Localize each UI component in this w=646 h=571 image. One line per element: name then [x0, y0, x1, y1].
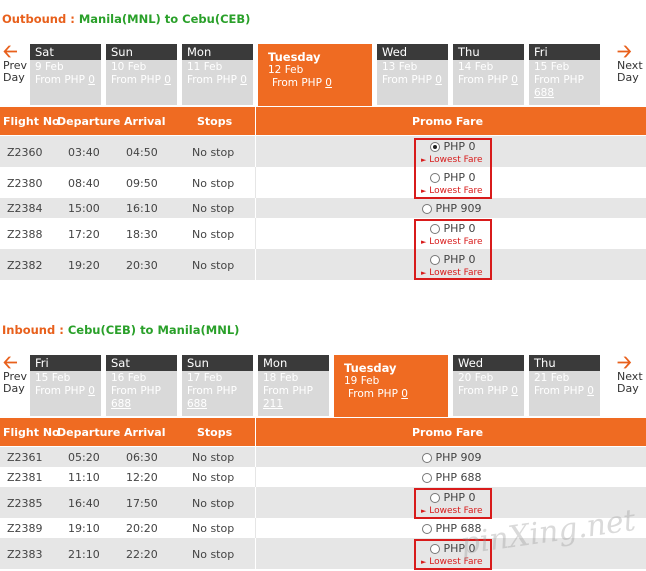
inbound-table-header: Flight No Departure Arrival Stops Promo … — [0, 418, 646, 446]
inbound-day-tuesday-selected[interactable]: Tuesday 19 Feb From PHP 0 — [334, 355, 448, 417]
inbound-day-sat[interactable]: Sat 16 Feb From PHP 688 — [106, 355, 177, 416]
radio-button[interactable] — [422, 204, 432, 214]
inbound-route: Cebu(CEB) to Manila(MNL) — [67, 323, 240, 337]
arrow-right-icon: 🡢 — [617, 352, 632, 373]
col-flight-no: Flight No — [3, 426, 60, 439]
table-row: Z2380 08:40 09:50 No stop — [0, 167, 646, 198]
fare-option[interactable]: PHP 0 — [430, 491, 476, 504]
fare-link[interactable]: 0 — [435, 74, 442, 86]
col-stops: Stops — [197, 426, 233, 439]
inbound-day-fri[interactable]: Fri 15 Feb From PHP 0 — [30, 355, 101, 416]
lowest-fare-label: ► Lowest Fare — [421, 268, 483, 278]
col-promo-fare: Promo Fare — [412, 115, 484, 128]
outbound-day-wed[interactable]: Wed 13 Feb From PHP 0 — [377, 44, 448, 105]
col-departure: Departure — [57, 115, 121, 128]
inbound-day-thu[interactable]: Thu 21 Feb From PHP 0 — [529, 355, 600, 416]
outbound-day-sun[interactable]: Sun 10 Feb From PHP 0 — [106, 44, 177, 105]
fare-link[interactable]: 211 — [263, 398, 283, 410]
fare-link[interactable]: 688 — [187, 398, 207, 410]
fare-link[interactable]: 0 — [88, 385, 95, 397]
fare-option[interactable]: PHP 688 — [422, 471, 482, 484]
outbound-day-mon[interactable]: Mon 11 Feb From PHP 0 — [182, 44, 253, 105]
fare-link[interactable]: 0 — [401, 388, 408, 400]
fare-option[interactable]: PHP 0 — [430, 253, 476, 266]
outbound-title: Outbound : Manila(MNL) to Cebu(CEB) — [2, 12, 250, 26]
radio-button[interactable] — [422, 473, 432, 483]
table-row: Z2384 15:00 16:10 No stop — [0, 198, 646, 218]
lowest-fare-label: ► Lowest Fare — [421, 155, 483, 165]
lowest-fare-label: ► Lowest Fare — [421, 237, 483, 247]
col-stops: Stops — [197, 115, 233, 128]
fare-link[interactable]: 0 — [88, 74, 95, 86]
inbound-day-sun[interactable]: Sun 17 Feb From PHP 688 — [182, 355, 253, 416]
fare-option[interactable]: PHP 0 — [430, 140, 476, 153]
fare-link[interactable]: 688 — [534, 87, 554, 99]
table-row: Z2381 11:10 12:20 No stop — [0, 467, 646, 487]
outbound-day-fri[interactable]: Fri 15 Feb From PHP 688 — [529, 44, 600, 105]
fare-link[interactable]: 0 — [325, 77, 332, 89]
table-row: Z2360 03:40 04:50 No stop — [0, 136, 646, 167]
inbound-title: Inbound : Cebu(CEB) to Manila(MNL) — [2, 323, 239, 337]
table-row: Z2385 16:40 17:50 No stop — [0, 487, 646, 518]
inbound-label: Inbound : — [2, 323, 64, 337]
outbound-next-day[interactable]: 🡢 Next Day — [617, 41, 646, 84]
col-arrival: Arrival — [124, 426, 166, 439]
radio-button[interactable] — [430, 173, 440, 183]
radio-button[interactable] — [430, 255, 440, 265]
arrow-left-icon: 🡠 — [3, 352, 18, 373]
outbound-day-sat[interactable]: Sat 9 Feb From PHP 0 — [30, 44, 101, 105]
radio-button[interactable] — [430, 224, 440, 234]
fare-option[interactable]: PHP 0 — [430, 171, 476, 184]
table-row: Z2361 05:20 06:30 No stop — [0, 447, 646, 467]
table-row: Z2388 17:20 18:30 No stop — [0, 218, 646, 249]
fare-link[interactable]: 688 — [111, 398, 131, 410]
radio-button[interactable] — [430, 544, 440, 554]
fare-option[interactable]: PHP 909 — [422, 451, 482, 464]
fare-link[interactable]: 0 — [240, 74, 247, 86]
fare-option[interactable]: PHP 0 — [430, 222, 476, 235]
arrow-right-icon: 🡢 — [617, 41, 632, 62]
fare-link[interactable]: 0 — [164, 74, 171, 86]
outbound-prev-day[interactable]: 🡠 Prev Day — [3, 41, 33, 84]
inbound-day-mon[interactable]: Mon 18 Feb From PHP 211 — [258, 355, 329, 416]
col-flight-no: Flight No — [3, 115, 60, 128]
fare-option[interactable]: PHP 909 — [422, 202, 482, 215]
outbound-day-tuesday-selected[interactable]: Tuesday 12 Feb From PHP 0 — [258, 44, 372, 106]
inbound-day-wed[interactable]: Wed 20 Feb From PHP 0 — [453, 355, 524, 416]
inbound-next-day[interactable]: 🡢 Next Day — [617, 352, 646, 395]
table-row: Z2382 19:20 20:30 No stop — [0, 249, 646, 280]
lowest-fare-label: ► Lowest Fare — [421, 186, 483, 196]
fare-link[interactable]: 0 — [511, 74, 518, 86]
outbound-day-thu[interactable]: Thu 14 Feb From PHP 0 — [453, 44, 524, 105]
col-promo-fare: Promo Fare — [412, 426, 484, 439]
radio-button-selected[interactable] — [430, 142, 440, 152]
col-arrival: Arrival — [124, 115, 166, 128]
outbound-route: Manila(MNL) to Cebu(CEB) — [78, 12, 251, 26]
lowest-fare-label: ► Lowest Fare — [421, 506, 483, 516]
radio-button[interactable] — [422, 453, 432, 463]
col-departure: Departure — [57, 426, 121, 439]
inbound-prev-day[interactable]: 🡠 Prev Day — [3, 352, 33, 395]
radio-button[interactable] — [430, 493, 440, 503]
fare-link[interactable]: 0 — [511, 385, 518, 397]
outbound-table-header: Flight No Departure Arrival Stops Promo … — [0, 107, 646, 135]
arrow-left-icon: 🡠 — [3, 41, 18, 62]
radio-button[interactable] — [422, 524, 432, 534]
outbound-label: Outbound : — [2, 12, 75, 26]
fare-link[interactable]: 0 — [587, 385, 594, 397]
